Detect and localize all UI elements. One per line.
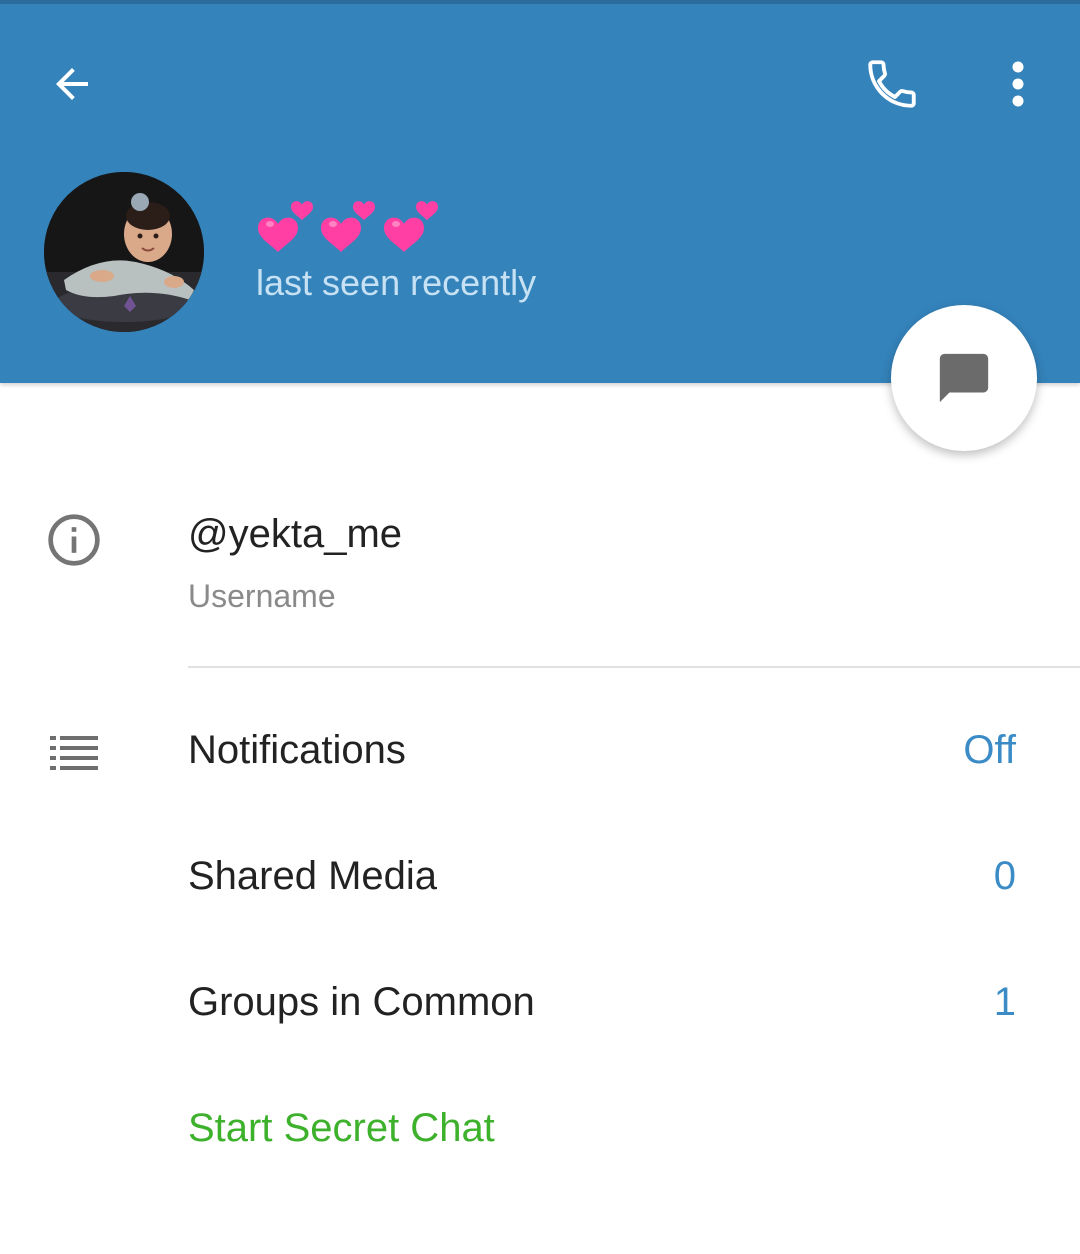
phone-icon [868,60,916,108]
shared-media-row[interactable]: Shared Media 0 [0,826,1080,930]
arrow-left-icon [56,68,88,100]
notifications-label: Notifications [188,728,406,772]
shared-media-label: Shared Media [188,854,438,898]
info-icon [48,514,100,566]
back-button[interactable] [40,52,104,116]
shared-media-count: 0 [993,854,1016,898]
notifications-value: Off [963,728,1016,772]
more-vertical-icon [1012,61,1024,107]
start-secret-chat-link[interactable]: Start Secret Chat [188,1106,495,1151]
more-options-button[interactable] [990,50,1046,118]
avatar-photo [44,172,204,332]
username-label: Username [188,578,336,614]
groups-in-common-row[interactable]: Groups in Common 1 [0,952,1080,1056]
secret-chat-row[interactable]: Start Secret Chat [0,1078,1080,1182]
send-message-button[interactable] [891,305,1037,451]
list-icon-wrap [46,726,102,783]
call-button[interactable] [858,50,926,118]
list-icon [50,736,98,770]
username-value: @yekta_me [188,512,403,556]
avatar[interactable] [44,172,204,332]
groups-in-common-count: 1 [993,980,1016,1024]
chat-bubble-icon [939,353,989,403]
divider [188,666,1080,668]
last-seen-status: last seen recently [256,262,537,303]
info-icon-wrap [46,512,102,573]
hearts-name-icon [258,201,438,252]
notifications-row[interactable]: Notifications Off [0,700,1080,804]
username-row[interactable]: @yekta_me Username [0,490,1080,650]
groups-in-common-label: Groups in Common [188,980,535,1024]
profile-name [256,196,446,256]
